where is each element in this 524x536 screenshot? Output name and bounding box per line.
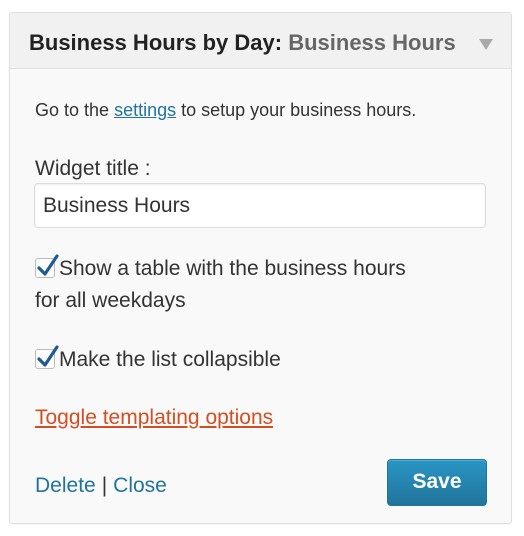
checkmark-icon: [37, 254, 59, 276]
show-table-checkbox[interactable]: [35, 254, 59, 278]
widget-in-title: Business Hours: [288, 30, 456, 55]
widget-title: Business Hours by Day: Business Hours: [29, 30, 469, 56]
widget-title-separator: :: [274, 30, 283, 55]
collapsible-label: Make the list collapsible: [59, 348, 281, 371]
option-collapsible: Make the list collapsible: [35, 344, 281, 376]
widget-title-label: Widget title :: [35, 157, 151, 180]
widget-footer-links: Delete | Close: [35, 473, 167, 499]
option-show-table: Show a table with the business hours for…: [35, 253, 406, 317]
triangle-down-icon[interactable]: [479, 39, 493, 50]
save-button[interactable]: Save: [387, 459, 487, 506]
footer-separator: |: [101, 474, 108, 497]
widget-header[interactable]: Business Hours by Day: Business Hours: [10, 13, 511, 69]
intro-text: Go to the settings to setup your busines…: [35, 99, 416, 121]
widget-title-input[interactable]: [34, 183, 486, 228]
intro-prefix: Go to the: [35, 100, 115, 120]
widget-panel: Business Hours by Day: Business Hours Go…: [9, 12, 512, 524]
delete-link[interactable]: Delete: [35, 474, 96, 497]
show-table-label: Show a table with the business hours: [59, 257, 406, 280]
checkmark-icon: [37, 345, 59, 367]
show-table-label-line2: for all weekdays: [35, 289, 186, 312]
widget-name: Business Hours by Day: [29, 30, 275, 55]
toggle-templating-link[interactable]: Toggle templating options: [35, 405, 273, 431]
collapsible-checkbox[interactable]: [35, 345, 59, 369]
settings-link[interactable]: settings: [114, 100, 176, 120]
close-link[interactable]: Close: [113, 474, 167, 497]
intro-suffix: to setup your business hours.: [176, 100, 417, 120]
